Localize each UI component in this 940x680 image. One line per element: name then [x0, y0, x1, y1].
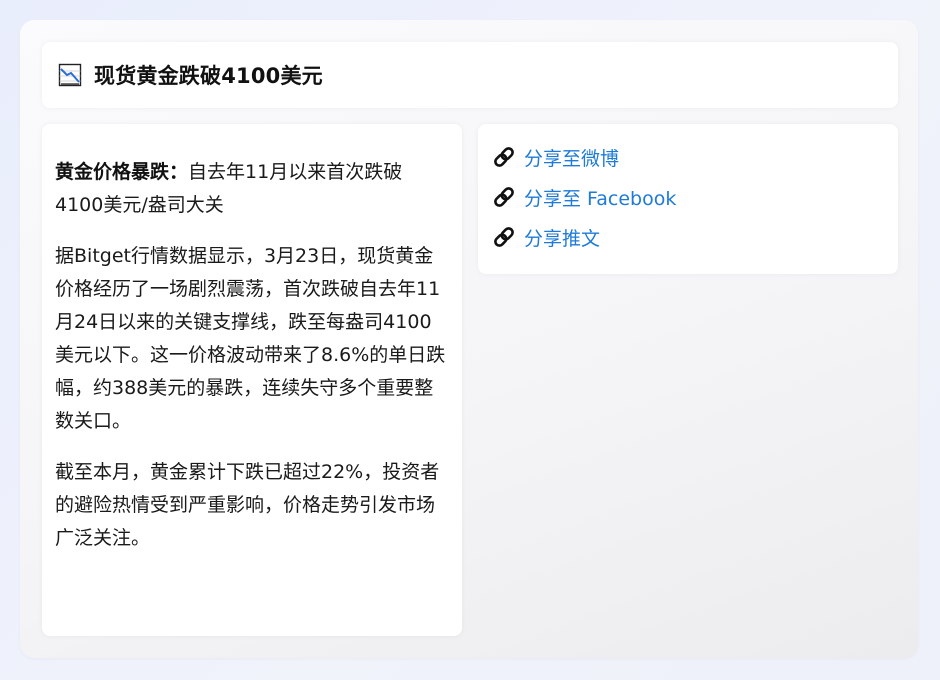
page-container: 现货黄金跌破4100美元 黄金价格暴跌：自去年11月以来首次跌破4100美元/盎… [20, 20, 918, 658]
share-tweet-link[interactable]: 分享推文 [492, 217, 898, 257]
page-title: 现货黄金跌破4100美元 [94, 64, 323, 88]
article-card: 黄金价格暴跌：自去年11月以来首次跌破4100美元/盎司大关 据Bitget行情… [42, 124, 462, 636]
share-card: 分享至微博 分享至 Facebook 分享推文 [478, 124, 898, 274]
link-icon [492, 185, 516, 209]
chart-decreasing-icon [58, 63, 82, 87]
title-card: 现货黄金跌破4100美元 [42, 42, 898, 108]
share-facebook-link[interactable]: 分享至 Facebook [492, 177, 898, 217]
share-weibo-label[interactable]: 分享至微博 [524, 144, 619, 171]
share-tweet-label[interactable]: 分享推文 [524, 224, 600, 251]
article-paragraph: 据Bitget行情数据显示，3月23日，现货黄金价格经历了一场剧烈震荡，首次跌破… [55, 245, 446, 432]
article-lead: 黄金价格暴跌：自去年11月以来首次跌破4100美元/盎司大关 [55, 156, 450, 222]
link-icon [492, 145, 516, 169]
share-weibo-link[interactable]: 分享至微博 [492, 137, 898, 177]
article-paragraph: 截至本月，黄金累计下跌已超过22%，投资者的避险热情受到严重影响，价格走势引发市… [55, 461, 440, 549]
link-icon [492, 225, 516, 249]
share-facebook-label[interactable]: 分享至 Facebook [524, 184, 676, 211]
lead-bold-text: 黄金价格暴跌： [55, 161, 189, 183]
